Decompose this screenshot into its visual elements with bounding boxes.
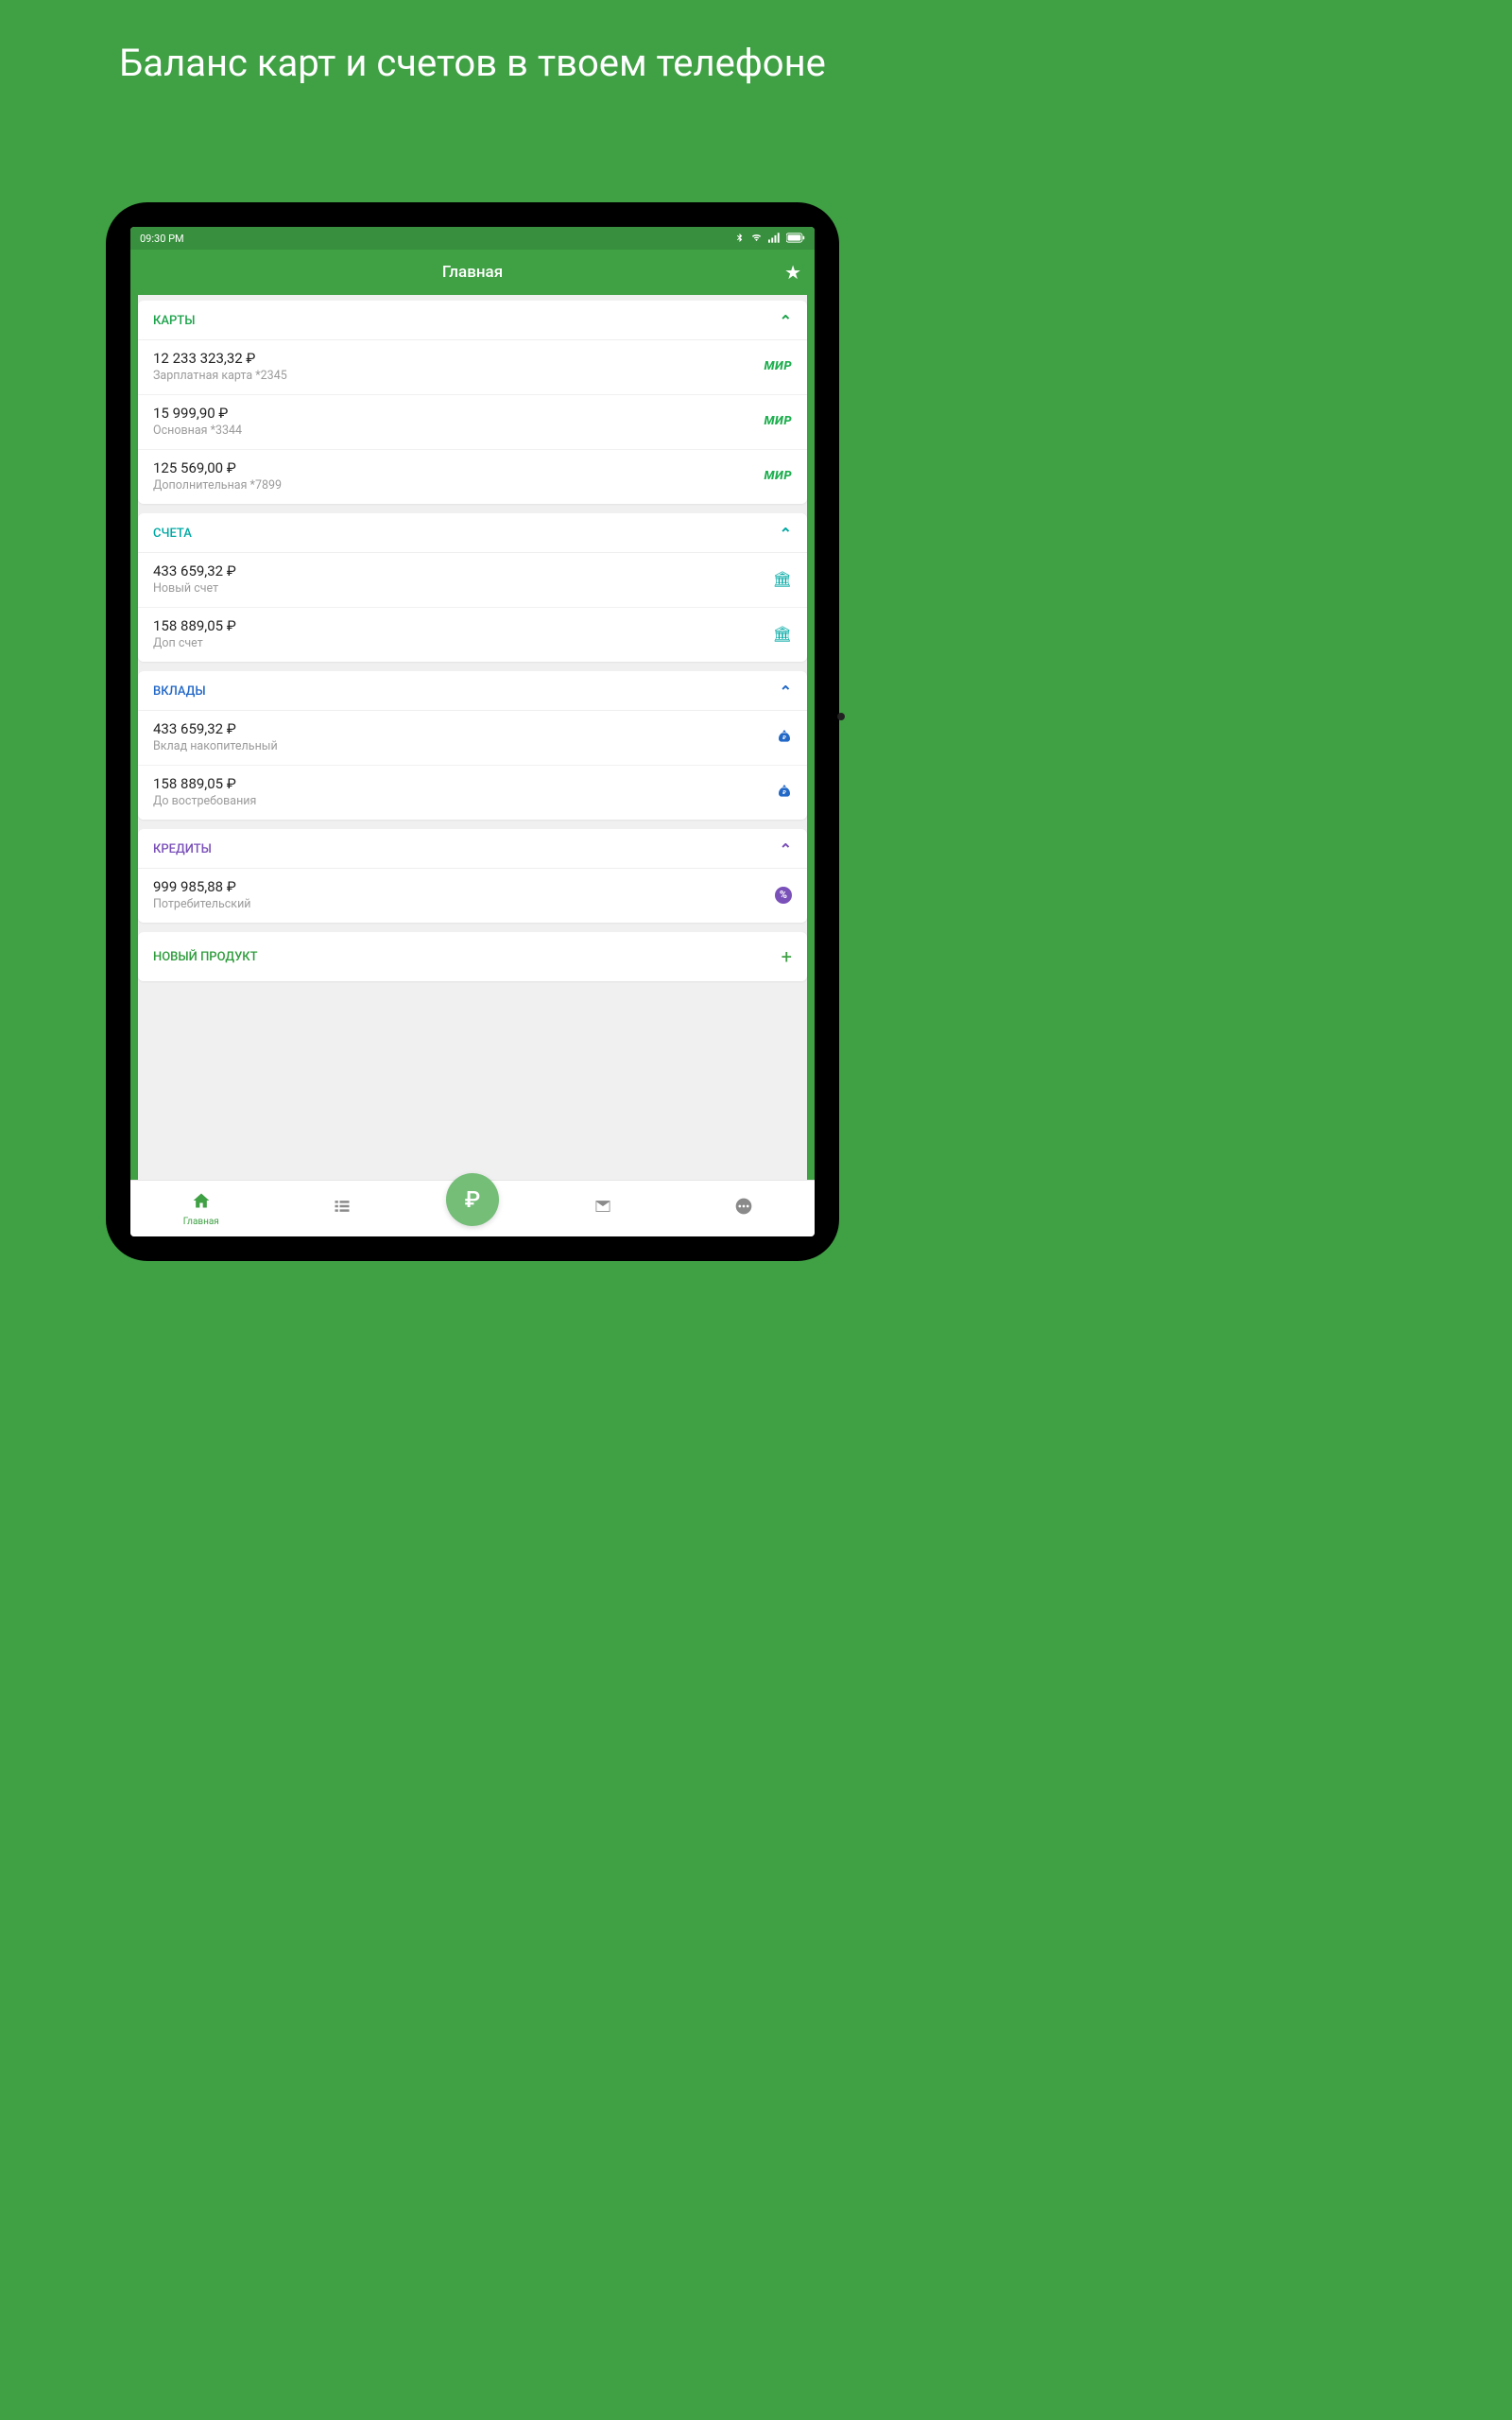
credit-amount: 999 985,88 ₽ xyxy=(153,878,251,895)
home-icon xyxy=(191,1191,212,1215)
battery-icon xyxy=(786,233,805,245)
account-subtitle: Новый счет xyxy=(153,581,236,596)
tablet-frame: 09:30 PM Главная ★ xyxy=(106,202,839,1261)
deposit-subtitle: Вклад накопительный xyxy=(153,739,278,753)
favorites-button[interactable]: ★ xyxy=(784,261,801,284)
device-screen: 09:30 PM Главная ★ xyxy=(130,227,815,1236)
signal-icon xyxy=(768,233,781,245)
credit-subtitle: Потребительский xyxy=(153,897,251,911)
status-icons xyxy=(734,233,805,245)
section-new-product[interactable]: НОВЫЙ ПРОДУКТ + xyxy=(138,932,807,981)
status-bar: 09:30 PM xyxy=(130,227,815,250)
status-time: 09:30 PM xyxy=(140,233,184,245)
section-title: КРЕДИТЫ xyxy=(153,842,212,856)
section-title: ВКЛАДЫ xyxy=(153,684,206,699)
deposit-row[interactable]: 433 659,32 ₽ Вклад накопительный ₽ xyxy=(138,711,807,766)
list-icon xyxy=(332,1197,352,1220)
section-header-deposits[interactable]: ВКЛАДЫ ⌃ xyxy=(138,671,807,711)
bank-icon: 🏛 xyxy=(773,625,792,643)
nav-more[interactable] xyxy=(706,1197,782,1220)
section-deposits: ВКЛАДЫ ⌃ 433 659,32 ₽ Вклад накопительны… xyxy=(138,671,807,820)
more-icon xyxy=(734,1197,753,1220)
section-credits: КРЕДИТЫ ⌃ 999 985,88 ₽ Потребительский % xyxy=(138,829,807,923)
card-amount: 12 233 323,32 ₽ xyxy=(153,350,287,367)
nav-mail[interactable] xyxy=(565,1197,641,1220)
chevron-up-icon: ⌃ xyxy=(780,683,792,700)
card-subtitle: Основная *3344 xyxy=(153,424,242,438)
section-accounts: СЧЕТА ⌃ 433 659,32 ₽ Новый счет 🏛 xyxy=(138,513,807,662)
card-amount: 15 999,90 ₽ xyxy=(153,405,242,422)
deposit-subtitle: До востребования xyxy=(153,794,256,808)
content-scroll[interactable]: КАРТЫ ⌃ 12 233 323,32 ₽ Зарплатная карта… xyxy=(130,295,815,1180)
plus-icon: + xyxy=(782,945,792,968)
account-amount: 433 659,32 ₽ xyxy=(153,562,236,579)
percent-icon: % xyxy=(775,887,792,904)
card-row[interactable]: 15 999,90 ₽ Основная *3344 МИР xyxy=(138,395,807,450)
mir-badge-icon: МИР xyxy=(765,359,793,373)
app-header: Главная ★ xyxy=(130,250,815,295)
svg-text:₽: ₽ xyxy=(782,790,786,796)
chevron-up-icon: ⌃ xyxy=(780,840,792,858)
account-row[interactable]: 433 659,32 ₽ Новый счет 🏛 xyxy=(138,553,807,608)
card-subtitle: Дополнительная *7899 xyxy=(153,478,282,493)
mir-badge-icon: МИР xyxy=(765,414,793,428)
deposit-amount: 433 659,32 ₽ xyxy=(153,720,278,737)
account-amount: 158 889,05 ₽ xyxy=(153,617,236,634)
chevron-up-icon: ⌃ xyxy=(780,525,792,543)
nav-pay-fab[interactable]: ₽ xyxy=(446,1173,499,1226)
svg-text:₽: ₽ xyxy=(782,735,786,741)
nav-list[interactable] xyxy=(304,1197,380,1220)
page-title: Главная xyxy=(442,263,503,282)
section-header-accounts[interactable]: СЧЕТА ⌃ xyxy=(138,513,807,553)
card-subtitle: Зарплатная карта *2345 xyxy=(153,369,287,383)
nav-home[interactable]: Главная xyxy=(163,1191,239,1227)
chevron-up-icon: ⌃ xyxy=(780,312,792,330)
ruble-icon: ₽ xyxy=(465,1186,480,1213)
card-row[interactable]: 12 233 323,32 ₽ Зарплатная карта *2345 М… xyxy=(138,340,807,395)
account-row[interactable]: 158 889,05 ₽ Доп счет 🏛 xyxy=(138,608,807,662)
money-bag-icon: ₽ xyxy=(777,728,792,747)
section-header-cards[interactable]: КАРТЫ ⌃ xyxy=(138,301,807,340)
credit-row[interactable]: 999 985,88 ₽ Потребительский % xyxy=(138,869,807,923)
nav-home-label: Главная xyxy=(183,1217,219,1227)
deposit-row[interactable]: 158 889,05 ₽ До востребования ₽ xyxy=(138,766,807,820)
section-header-credits[interactable]: КРЕДИТЫ ⌃ xyxy=(138,829,807,869)
new-product-title: НОВЫЙ ПРОДУКТ xyxy=(153,950,258,964)
section-cards: КАРТЫ ⌃ 12 233 323,32 ₽ Зарплатная карта… xyxy=(138,301,807,504)
deposit-amount: 158 889,05 ₽ xyxy=(153,775,256,792)
mail-icon xyxy=(593,1197,613,1220)
tablet-camera xyxy=(837,713,845,720)
card-amount: 125 569,00 ₽ xyxy=(153,459,282,476)
marketing-title: Баланс карт и счетов в твоем телефоне xyxy=(0,0,945,87)
bank-icon: 🏛 xyxy=(773,570,792,588)
card-row[interactable]: 125 569,00 ₽ Дополнительная *7899 МИР xyxy=(138,450,807,504)
account-subtitle: Доп счет xyxy=(153,636,236,650)
wifi-icon xyxy=(750,233,763,245)
mir-badge-icon: МИР xyxy=(765,469,793,483)
section-title: СЧЕТА xyxy=(153,527,192,541)
section-title: КАРТЫ xyxy=(153,314,196,328)
money-bag-icon: ₽ xyxy=(777,783,792,802)
bluetooth-icon xyxy=(734,233,745,245)
bottom-nav: Главная ₽ xyxy=(130,1180,815,1236)
